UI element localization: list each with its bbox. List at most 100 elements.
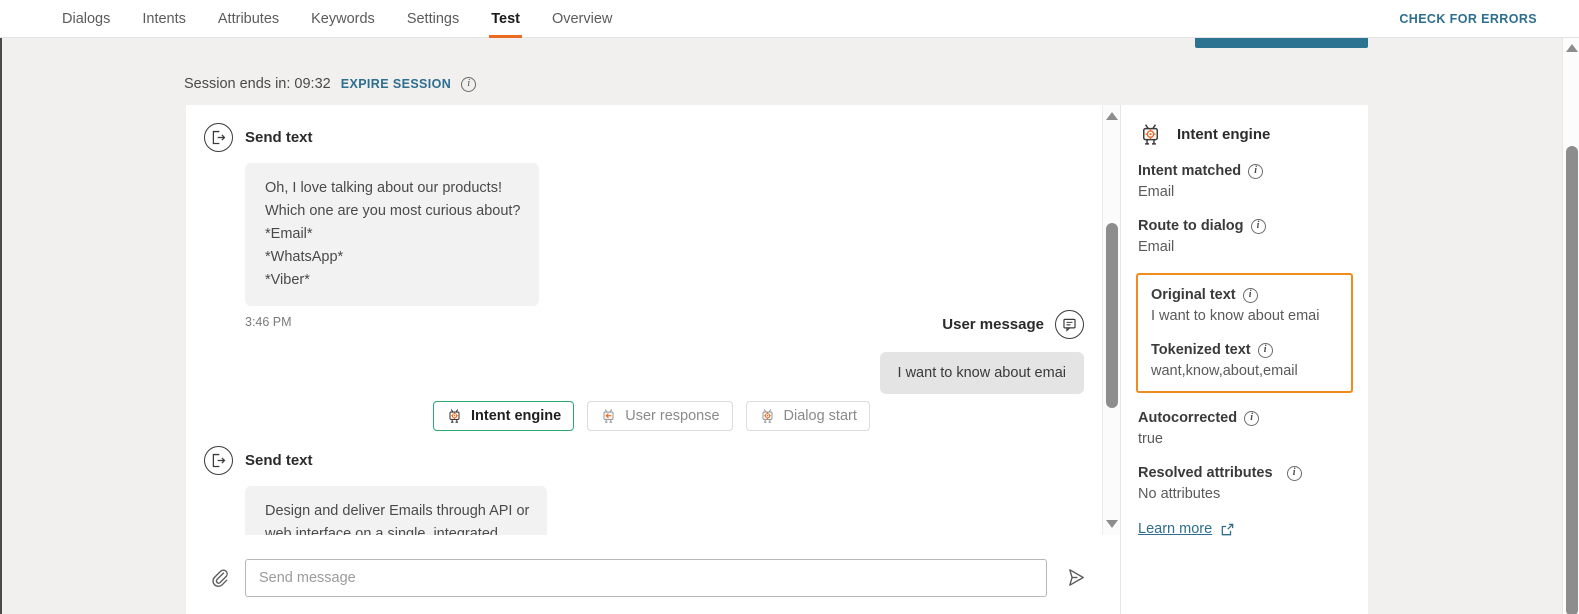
info-icon[interactable]: i	[1257, 342, 1273, 358]
nav-tab-label: Keywords	[311, 11, 375, 27]
nav-tab-settings[interactable]: Settings	[391, 0, 475, 38]
nav-tab-intents[interactable]: Intents	[126, 0, 202, 38]
field-label-text: Resolved attributes	[1138, 465, 1273, 481]
robot-icon	[759, 407, 776, 425]
intent-engine-info-panel: Intent engine Intent matched i Email Rou…	[1120, 105, 1368, 614]
info-icon[interactable]: i	[1286, 465, 1302, 481]
user-message-icon	[1055, 310, 1084, 339]
paperclip-icon[interactable]	[206, 565, 232, 591]
info-icon[interactable]: i	[461, 76, 477, 92]
scroll-up-button[interactable]	[1106, 110, 1118, 122]
message-header-label: User message	[942, 316, 1044, 333]
robot-reply-icon	[600, 407, 617, 425]
info-icon[interactable]: i	[1242, 287, 1258, 303]
chat-bubble-bot: Design and deliver Emails through API or…	[245, 486, 548, 535]
field-label-text: Route to dialog	[1138, 218, 1244, 234]
bubble-line: web interface on a single, integrated	[265, 526, 498, 535]
field-intent-matched: Intent matched i Email	[1138, 163, 1351, 200]
session-countdown-label: Session ends in: 09:32	[184, 76, 331, 92]
send-message-input[interactable]	[245, 558, 1047, 597]
triangle-up-icon	[1566, 44, 1578, 52]
page-scrollbar-thumb[interactable]	[1566, 146, 1578, 614]
learn-more-link[interactable]: Learn more	[1138, 521, 1235, 537]
chat-bubble-bot: Oh, I love talking about our products! W…	[245, 163, 539, 306]
bubble-line: Design and deliver Emails through API or	[265, 503, 530, 519]
nav-tab-test[interactable]: Test	[475, 0, 536, 38]
chat-panel: Send text Oh, I love talking about our p…	[186, 105, 1120, 614]
field-label-text: Original text	[1151, 287, 1236, 303]
nav-tab-keywords[interactable]: Keywords	[295, 0, 391, 38]
bubble-line: Oh, I love talking about our products!	[265, 180, 502, 196]
field-value: Email	[1138, 184, 1175, 200]
engine-button-label: User response	[625, 408, 720, 424]
chat-message-list: Send text Oh, I love talking about our p…	[186, 105, 1102, 535]
info-icon[interactable]: i	[1250, 218, 1266, 234]
bubble-line: *Email*	[265, 226, 313, 242]
learn-more-label: Learn more	[1138, 521, 1213, 537]
field-tokenized-text: Tokenized text i want,know,about,email	[1151, 342, 1338, 379]
expire-session-button[interactable]: EXPIRE SESSION	[341, 77, 452, 91]
message-header-label: Send text	[245, 129, 313, 146]
engine-button-label: Intent engine	[471, 408, 562, 424]
field-value: No attributes	[1138, 486, 1221, 502]
nav-tab-label: Dialogs	[62, 11, 111, 27]
field-label: Tokenized text i	[1151, 342, 1338, 358]
check-for-errors-button[interactable]: CHECK FOR ERRORS	[1399, 0, 1537, 38]
field-value: I want to know about emai	[1151, 308, 1320, 324]
scroll-down-button[interactable]	[1106, 518, 1118, 530]
triangle-up-icon	[1106, 112, 1118, 120]
engine-button-dialog-start[interactable]: Dialog start	[745, 401, 870, 431]
field-label-text: Tokenized text	[1151, 342, 1251, 358]
external-link-icon	[1220, 522, 1235, 537]
nav-tab-label: Test	[491, 11, 520, 27]
message-header: User message	[204, 310, 1084, 339]
page-scrollbar[interactable]	[1562, 38, 1579, 614]
nav-tab-dialogs[interactable]: Dialogs	[46, 0, 126, 38]
send-icon[interactable]	[1062, 564, 1090, 592]
field-label: Route to dialog i	[1138, 218, 1351, 234]
field-label: Original text i	[1151, 287, 1338, 303]
field-label-text: Autocorrected	[1138, 410, 1238, 426]
nav-tab-list: Dialogs Intents Attributes Keywords Sett…	[46, 0, 628, 38]
nav-tab-attributes[interactable]: Attributes	[202, 0, 295, 38]
chat-bubble-user: I want to know about emai	[879, 352, 1084, 394]
chat-message-bot-1: Send text Oh, I love talking about our p…	[204, 123, 539, 329]
message-header: Send text	[204, 446, 547, 475]
message-composer	[186, 541, 1120, 614]
engine-button-intent-engine[interactable]: Intent engine	[433, 401, 575, 431]
chat-message-bot-2: Send text Design and deliver Emails thro…	[204, 446, 548, 535]
nav-tab-label: Attributes	[217, 11, 280, 27]
field-label: Autocorrected i	[1138, 410, 1351, 426]
field-value: Email	[1138, 239, 1175, 255]
highlighted-fields-group: Original text i I want to know about ema…	[1136, 273, 1353, 393]
body-area: Session ends in: 09:32 EXPIRE SESSION i	[2, 38, 1547, 614]
field-route-to-dialog: Route to dialog i Email	[1138, 218, 1351, 255]
chat-scrollbar[interactable]	[1102, 105, 1120, 535]
field-label: Resolved attributes i	[1138, 465, 1351, 481]
triangle-down-icon	[1106, 520, 1118, 528]
top-navigation-bar: Dialogs Intents Attributes Keywords Sett…	[0, 0, 1579, 38]
bubble-line: Which one are you most curious about?	[265, 203, 521, 219]
chat-scrollbar-thumb[interactable]	[1106, 223, 1118, 408]
robot-icon	[1138, 121, 1163, 148]
engine-button-user-response[interactable]: User response	[587, 401, 733, 431]
chat-message-user-1: User message I want to know about emai	[204, 310, 1084, 394]
field-label: Intent matched i	[1138, 163, 1351, 179]
page-scroll-up-button[interactable]	[1566, 42, 1578, 54]
message-header: Send text	[204, 123, 539, 152]
nav-tab-label: Intents	[142, 11, 186, 27]
nav-tab-overview[interactable]: Overview	[536, 0, 628, 38]
engine-toggle-row: Intent engine User response Dialog start	[433, 401, 870, 431]
primary-action-button-partial[interactable]	[1195, 38, 1368, 48]
engine-button-label: Dialog start	[783, 408, 857, 424]
info-icon[interactable]: i	[1244, 410, 1260, 426]
send-text-icon	[204, 446, 233, 475]
field-value: want,know,about,email	[1151, 363, 1298, 379]
bubble-line: *WhatsApp*	[265, 249, 344, 265]
nav-tab-label: Settings	[406, 11, 460, 27]
send-text-icon	[204, 123, 233, 152]
panel-title: Intent engine	[1177, 125, 1271, 143]
test-console-page: Dialogs Intents Attributes Keywords Sett…	[0, 0, 1579, 614]
message-header-label: Send text	[245, 452, 313, 469]
info-icon[interactable]: i	[1248, 163, 1264, 179]
